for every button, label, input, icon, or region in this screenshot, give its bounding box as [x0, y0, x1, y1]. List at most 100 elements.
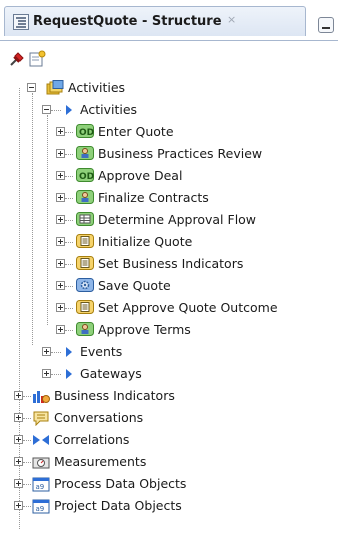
expand-icon[interactable] [56, 259, 65, 268]
process-data-objects-icon: a9 [32, 476, 50, 492]
user-task-icon [76, 146, 94, 162]
expand-icon[interactable] [14, 479, 23, 488]
tree-node-activities-root[interactable]: Activities [0, 78, 338, 100]
correlations-icon [32, 432, 50, 448]
tree-item-set-business-indicators[interactable]: Set Business Indicators [0, 254, 338, 276]
tree-connector [65, 176, 73, 177]
interactive-task-icon: OD [76, 124, 94, 140]
tree-connector [65, 286, 73, 287]
tree-node-events[interactable]: Events [0, 342, 338, 364]
interactive-task-icon: OD [76, 168, 94, 184]
tree-connector [23, 418, 31, 419]
toolbar [0, 40, 338, 73]
service-task-icon [76, 278, 94, 294]
measurements-icon [32, 454, 50, 470]
collapse-icon[interactable] [27, 83, 36, 92]
tree-connector [65, 242, 73, 243]
tree-connector [65, 330, 73, 331]
tree-connector [23, 440, 31, 441]
tree-connector [23, 396, 31, 397]
expand-icon[interactable] [56, 237, 65, 246]
triangle-icon [66, 105, 72, 115]
expand-icon[interactable] [56, 325, 65, 334]
expand-icon[interactable] [14, 501, 23, 510]
expand-icon[interactable] [56, 149, 65, 158]
tree-connector [65, 220, 73, 221]
expand-icon[interactable] [14, 391, 23, 400]
svg-text:a9: a9 [36, 505, 45, 513]
tree-label: Process Data Objects [54, 476, 187, 491]
expand-icon[interactable] [14, 457, 23, 466]
tree-item-business-practices-review[interactable]: Business Practices Review [0, 144, 338, 166]
expand-icon[interactable] [42, 369, 51, 378]
tree-connector [51, 110, 61, 111]
tree-connector [23, 506, 31, 507]
expand-icon[interactable] [56, 171, 65, 180]
structure-tab[interactable]: RequestQuote - Structure × [4, 6, 306, 36]
tree-item-set-approve-quote-outcome[interactable]: Set Approve Quote Outcome [0, 298, 338, 320]
pin-icon[interactable] [8, 50, 26, 68]
editor-tab-bar: RequestQuote - Structure × [0, 0, 338, 40]
tree-label: Set Business Indicators [98, 256, 244, 271]
expand-icon[interactable] [42, 347, 51, 356]
close-icon[interactable]: × [227, 13, 236, 26]
tree-item-approve-terms[interactable]: Approve Terms [0, 320, 338, 342]
tree-label: Activities [80, 102, 138, 117]
collapse-icon[interactable] [42, 105, 51, 114]
tree-connector [65, 154, 73, 155]
business-indicators-icon [32, 388, 50, 404]
script-task-icon [76, 256, 94, 272]
tree-label: Approve Deal [98, 168, 183, 183]
expand-icon[interactable] [14, 435, 23, 444]
tree-node-conversations[interactable]: Conversations [0, 408, 338, 430]
tree-item-initialize-quote[interactable]: Initialize Quote [0, 232, 338, 254]
triangle-icon [66, 369, 72, 379]
script-task-icon [76, 234, 94, 250]
business-rule-icon [76, 212, 94, 228]
svg-text:a9: a9 [36, 483, 45, 491]
conversations-icon [32, 410, 50, 427]
tree-label: Activities [68, 80, 126, 95]
tree-label: Finalize Contracts [98, 190, 209, 205]
tree-node-project-data-objects[interactable]: a9 Project Data Objects [0, 496, 338, 518]
expand-icon[interactable] [56, 215, 65, 224]
tree-connector [51, 374, 61, 375]
minimize-button[interactable] [318, 17, 334, 33]
tree-label: Gateways [80, 366, 142, 381]
new-item-icon[interactable] [28, 50, 46, 68]
activities-folder-icon [46, 80, 64, 96]
tree-node-measurements[interactable]: Measurements [0, 452, 338, 474]
tree-label: Set Approve Quote Outcome [98, 300, 278, 315]
tree-item-enter-quote[interactable]: OD Enter Quote [0, 122, 338, 144]
tree-node-process-data-objects[interactable]: a9 Process Data Objects [0, 474, 338, 496]
tree-node-correlations[interactable]: Correlations [0, 430, 338, 452]
tree-label: Approve Terms [98, 322, 191, 337]
tree-connector [65, 308, 73, 309]
tree-label: Business Indicators [54, 388, 175, 403]
project-data-objects-icon: a9 [32, 498, 50, 514]
expand-icon[interactable] [56, 281, 65, 290]
tree-node-activities[interactable]: Activities [0, 100, 338, 122]
tree-item-determine-approval-flow[interactable]: Determine Approval Flow [0, 210, 338, 232]
tab-title: RequestQuote - Structure [33, 14, 222, 29]
user-task-icon [76, 190, 94, 206]
expand-icon[interactable] [14, 413, 23, 422]
tree-label: Correlations [54, 432, 130, 447]
tree-label: Determine Approval Flow [98, 212, 257, 227]
expand-icon[interactable] [56, 127, 65, 136]
expand-icon[interactable] [56, 193, 65, 202]
tree-node-gateways[interactable]: Gateways [0, 364, 338, 386]
tree-label: Business Practices Review [98, 146, 263, 161]
tree-label: Project Data Objects [54, 498, 182, 513]
tree-item-approve-deal[interactable]: OD Approve Deal [0, 166, 338, 188]
tree-connector [51, 352, 61, 353]
structure-icon [13, 14, 29, 33]
tree-connector [65, 132, 73, 133]
expand-icon[interactable] [56, 303, 65, 312]
tree-node-business-indicators[interactable]: Business Indicators [0, 386, 338, 408]
tree-item-save-quote[interactable]: Save Quote [0, 276, 338, 298]
triangle-icon [66, 347, 72, 357]
tree-item-finalize-contracts[interactable]: Finalize Contracts [0, 188, 338, 210]
tree-label: Measurements [54, 454, 147, 469]
tree-connector [65, 198, 73, 199]
